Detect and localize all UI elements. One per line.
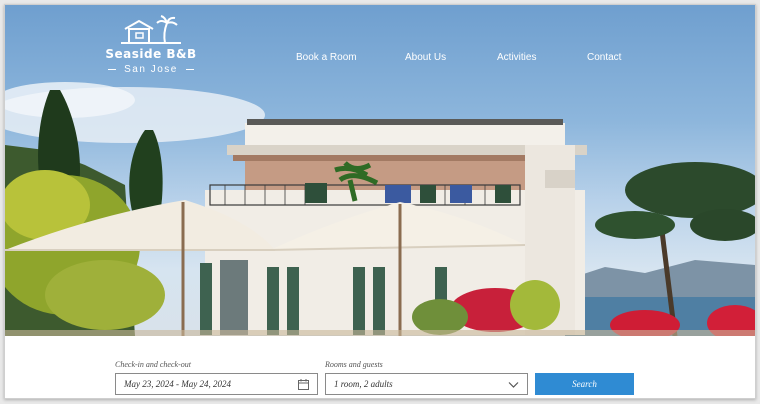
- divider: [108, 69, 117, 70]
- guests-value: 1 room, 2 adults: [334, 379, 393, 389]
- chevron-down-icon: [508, 382, 519, 388]
- nav-about-us[interactable]: About Us: [405, 52, 446, 63]
- dates-label: Check-in and check-out: [115, 360, 191, 369]
- house-palm-logo-icon: [121, 15, 181, 44]
- guests-select[interactable]: 1 room, 2 adults: [325, 373, 528, 395]
- search-button[interactable]: Search: [535, 373, 634, 395]
- hero-banner: Seaside B&B San Jose Book a Room About U…: [5, 5, 755, 336]
- dates-value: May 23, 2024 - May 24, 2024: [124, 379, 231, 389]
- nav-contact[interactable]: Contact: [587, 52, 621, 63]
- nav-book-a-room[interactable]: Book a Room: [296, 52, 357, 63]
- main-nav: Book a Room About Us Activities Contact: [5, 52, 755, 68]
- nav-activities[interactable]: Activities: [497, 52, 536, 63]
- dates-field[interactable]: May 23, 2024 - May 24, 2024: [115, 373, 318, 395]
- divider: [185, 69, 194, 70]
- guests-label: Rooms and guests: [325, 360, 383, 369]
- booking-bar: Check-in and check-out May 23, 2024 - Ma…: [5, 336, 755, 398]
- browser-frame: Seaside B&B San Jose Book a Room About U…: [4, 4, 756, 399]
- calendar-icon: [298, 379, 309, 390]
